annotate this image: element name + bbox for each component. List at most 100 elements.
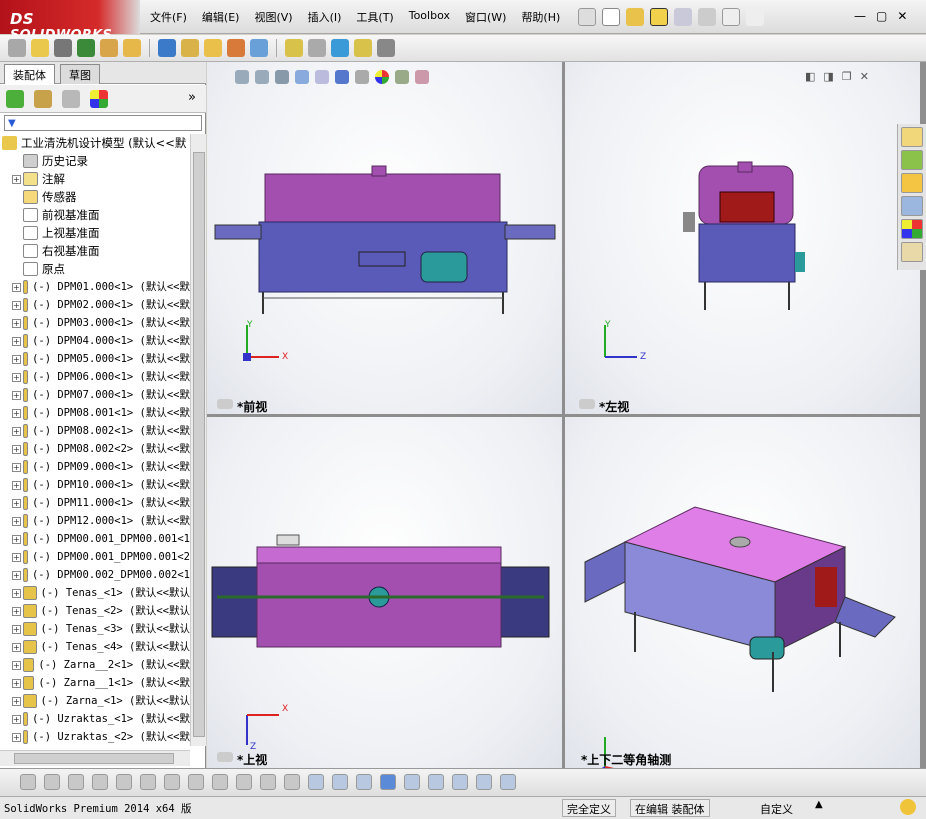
expand-icon[interactable]: +: [12, 318, 21, 328]
custom-properties-icon[interactable]: [901, 242, 923, 262]
open-folder-icon[interactable]: [626, 8, 644, 26]
previous-view-icon[interactable]: [275, 70, 289, 84]
tree-item[interactable]: 前视基准面: [2, 206, 190, 224]
hide-show-icon[interactable]: [355, 70, 369, 84]
move-component-icon[interactable]: [123, 39, 141, 57]
expand-icon[interactable]: +: [12, 426, 21, 436]
grid-icon[interactable]: [284, 774, 300, 790]
circle-icon[interactable]: [44, 774, 60, 790]
tree-item-component[interactable]: + (-) Tenas_<4> (默认<<默认: [2, 638, 190, 656]
expand-icon[interactable]: +: [12, 714, 21, 724]
scene-icon[interactable]: [395, 70, 409, 84]
expand-icon[interactable]: +: [12, 678, 21, 688]
scroll-thumb[interactable]: [193, 152, 205, 737]
menu-item-3[interactable]: 插入(I): [308, 9, 342, 25]
clearance-icon[interactable]: [354, 39, 372, 57]
tree-item-component[interactable]: + (-) DPM03.000<1> (默认<<默: [2, 314, 190, 332]
tree-item-component[interactable]: + (-) Tenas_<1> (默认<<默认: [2, 584, 190, 602]
view-palette-icon[interactable]: [901, 196, 923, 216]
tree-item-component[interactable]: + (-) DPM11.000<1> (默认<<默: [2, 494, 190, 512]
expand-icon[interactable]: +: [12, 354, 21, 364]
line-icon[interactable]: [68, 774, 84, 790]
menu-item-5[interactable]: Toolbox: [409, 9, 450, 25]
rebuild-warning-icon[interactable]: [650, 8, 668, 26]
tree-vertical-scrollbar[interactable]: [190, 134, 206, 746]
close-icon[interactable]: ✕: [897, 9, 907, 23]
expand-icon[interactable]: +: [12, 372, 21, 382]
viewport-restore-icon[interactable]: ❐: [842, 70, 852, 83]
expand-icon[interactable]: +: [12, 588, 21, 598]
display-style-icon[interactable]: [335, 70, 349, 84]
interference-icon[interactable]: [331, 39, 349, 57]
tree-item-component[interactable]: + (-) Uzraktas_<1> (默认<<默: [2, 710, 190, 728]
box-select-icon[interactable]: [332, 774, 348, 790]
tree-item-component[interactable]: + (-) DPM02.000<1> (默认<<默: [2, 296, 190, 314]
expand-icon[interactable]: +: [12, 498, 21, 508]
expand-icon[interactable]: +: [12, 732, 21, 742]
offset-icon[interactable]: [212, 774, 228, 790]
filter-icon[interactable]: ▼: [5, 118, 16, 129]
expand-icon[interactable]: +: [12, 480, 21, 490]
select-cursor-icon[interactable]: [722, 8, 740, 26]
expand-icon[interactable]: +: [12, 174, 21, 184]
property-manager-icon[interactable]: [34, 90, 52, 108]
show-hidden-icon[interactable]: [158, 39, 176, 57]
explode-line-icon[interactable]: [308, 39, 326, 57]
tree-item[interactable]: 原点: [2, 260, 190, 278]
expand-icon[interactable]: +: [12, 624, 21, 634]
expand-panel-icon[interactable]: »: [188, 90, 196, 105]
shaded-cube-icon[interactable]: [380, 774, 396, 790]
viewport-left[interactable]: Y Z *左视: [565, 62, 920, 414]
new-motion-study-icon[interactable]: [227, 39, 245, 57]
menu-item-4[interactable]: 工具(T): [356, 9, 393, 25]
tile-active-icon[interactable]: [500, 774, 516, 790]
insert-component-icon[interactable]: [31, 39, 49, 57]
tree-item-component[interactable]: + (-) Tenas_<2> (默认<<默认: [2, 602, 190, 620]
point-icon[interactable]: [20, 774, 36, 790]
tree-item-component[interactable]: + (-) DPM00.002_DPM00.002<1: [2, 566, 190, 584]
home-icon[interactable]: [901, 127, 923, 147]
expand-icon[interactable]: +: [12, 282, 21, 292]
performance-icon[interactable]: [377, 39, 395, 57]
chamfer-icon[interactable]: [188, 774, 204, 790]
tree-item-component[interactable]: + (-) DPM12.000<1> (默认<<默: [2, 512, 190, 530]
tree-item[interactable]: 历史记录: [2, 152, 190, 170]
3d-sketch-icon[interactable]: [308, 774, 324, 790]
viewport-top[interactable]: X Z *上视: [207, 417, 562, 768]
viewport-front[interactable]: Y X *前视: [207, 62, 562, 414]
section-view-icon[interactable]: [295, 70, 309, 84]
expand-icon[interactable]: +: [12, 660, 21, 670]
view-orientation-icon[interactable]: [315, 70, 329, 84]
smart-fasteners-icon[interactable]: [100, 39, 118, 57]
tree-item-component[interactable]: + (-) DPM00.001_DPM00.001<2: [2, 548, 190, 566]
tree-item-component[interactable]: + (-) DPM00.001_DPM00.001<1: [2, 530, 190, 548]
menu-item-6[interactable]: 窗口(W): [465, 9, 506, 25]
solidworks-logo[interactable]: DS SOLIDWORKS: [0, 0, 140, 43]
expand-icon[interactable]: +: [12, 606, 21, 616]
display-manager-icon[interactable]: [90, 90, 108, 108]
bom-icon[interactable]: [250, 39, 268, 57]
trim-icon[interactable]: [116, 774, 132, 790]
polygon-icon[interactable]: [92, 774, 108, 790]
mate-icon[interactable]: [54, 39, 72, 57]
tree-root[interactable]: 工业清洗机设计模型 (默认<<默: [2, 134, 190, 152]
appearance-icon[interactable]: [375, 70, 389, 84]
expand-icon[interactable]: +: [12, 300, 21, 310]
assembly-features-icon[interactable]: [181, 39, 199, 57]
linear-pattern-icon[interactable]: [77, 39, 95, 57]
feature-manager-icon[interactable]: [6, 90, 24, 108]
palette-icon[interactable]: [452, 774, 468, 790]
reference-geometry-icon[interactable]: [204, 39, 222, 57]
exploded-view-icon[interactable]: [285, 39, 303, 57]
view-settings-icon[interactable]: [415, 70, 429, 84]
tree-item-component[interactable]: + (-) DPM05.000<1> (默认<<默: [2, 350, 190, 368]
expand-icon[interactable]: +: [12, 336, 21, 346]
tree-item-component[interactable]: + (-) Uzraktas_<2> (默认<<默: [2, 728, 190, 746]
tree-item-component[interactable]: + (-) DPM04.000<1> (默认<<默: [2, 332, 190, 350]
tree-item-component[interactable]: + (-) Tenas_<3> (默认<<默认: [2, 620, 190, 638]
zoom-fit-icon[interactable]: [235, 70, 249, 84]
expand-icon[interactable]: +: [12, 552, 21, 562]
tile-icon[interactable]: [476, 774, 492, 790]
minimize-icon[interactable]: —: [854, 9, 866, 23]
undo-icon[interactable]: [698, 8, 716, 26]
